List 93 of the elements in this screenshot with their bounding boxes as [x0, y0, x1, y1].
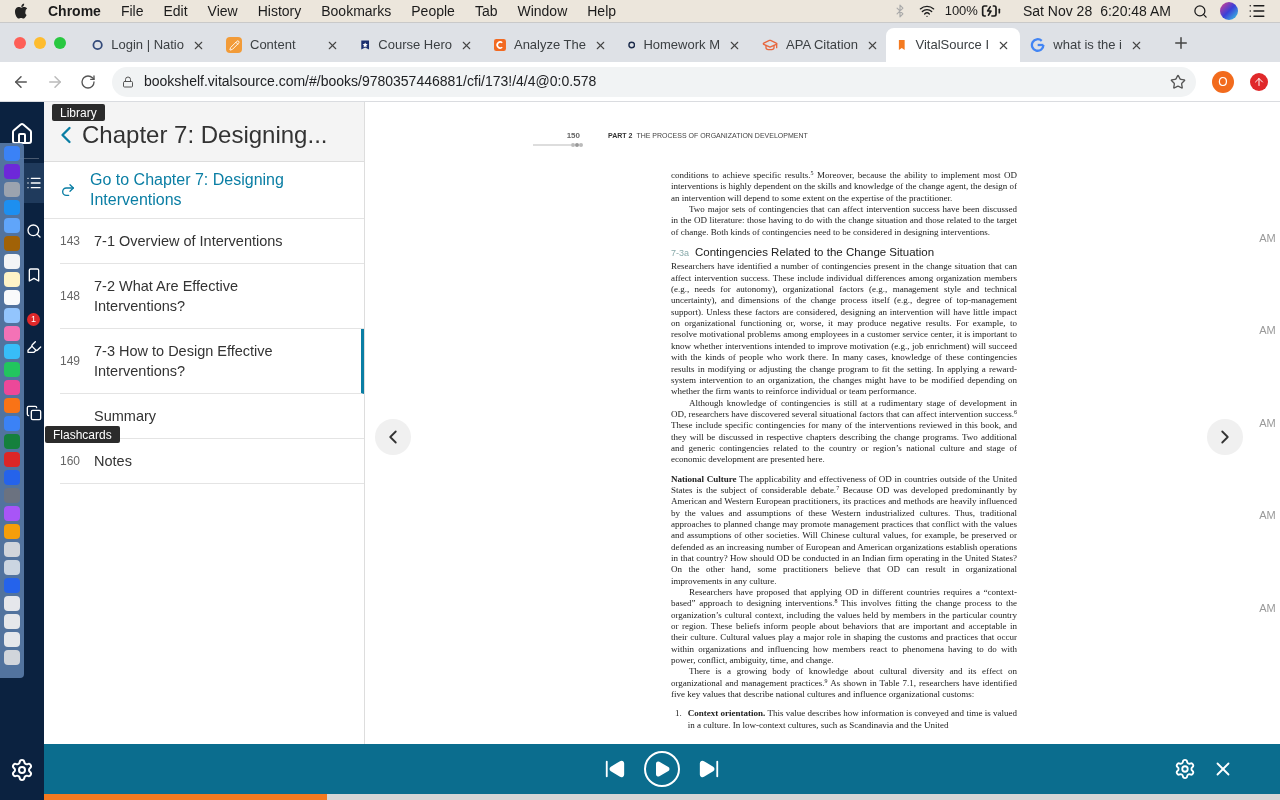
- address-field[interactable]: bookshelf.vitalsource.com/#/books/9780357446881/cfi/173!/4/4@0:0.578: [112, 66, 1196, 97]
- body-paragraph: conditions to achieve specific results.$^{5}$ Moreover, because the ability to implement most OD interventions is highly dependent on the skills and knowledge of the change agent, the design of an intervention will depend to some extent on the expertise of the practitioner.: [671, 170, 1017, 205]
- background-window-label: AM: [1259, 415, 1276, 431]
- siri-icon[interactable]: [1220, 2, 1238, 20]
- background-window-label: AM: [1259, 600, 1276, 616]
- settings-icon[interactable]: [10, 758, 34, 782]
- go-to-chapter-link[interactable]: Go to Chapter 7: Designing Interventions: [44, 162, 364, 219]
- page-number: 143: [60, 233, 82, 250]
- battery-percent: 100%: [944, 2, 978, 21]
- apple-icon[interactable]: [14, 3, 28, 19]
- body-paragraph: Although knowledge of contingencies is still at a rudimentary stage of development in OD, researchers have discovered several situational factors that can affect intervention success.$^{6}$ These include specific contingencies for many of the interventions reviewed in this book, and they will be discussed in respective chapters describing the change programs. Two additional and generic contingencies related to the country or region’s national culture and stage of economic development are presented here.: [671, 397, 1017, 466]
- arc-icon: [494, 37, 506, 53]
- menu-item[interactable]: View: [207, 0, 238, 22]
- menu-item[interactable]: History: [257, 0, 302, 22]
- browser-tab[interactable]: Content: [216, 28, 350, 62]
- section-heading: Contingencies Related to the Change Situation: [695, 247, 935, 259]
- redirect-arrow-icon: [60, 182, 76, 198]
- flashcards-icon[interactable]: [26, 405, 42, 421]
- menu-item[interactable]: Tab: [474, 0, 498, 22]
- graduation-cap-icon: [762, 37, 778, 53]
- menu-item[interactable]: People: [411, 0, 455, 22]
- contents-icon[interactable]: [24, 163, 44, 203]
- browser-tab[interactable]: Course Hero: [350, 28, 484, 62]
- tab-title: Course Hero: [378, 36, 452, 55]
- skip-back-icon[interactable]: [604, 758, 626, 780]
- tab-title: Homework M: [643, 36, 720, 55]
- section-number: 7-3a: [671, 248, 689, 260]
- pencil-icon: [226, 37, 242, 53]
- toc-item-title: 7-2 What Are Effective Interventions?: [94, 277, 239, 316]
- menu-date[interactable]: Sat Nov 28: [1022, 0, 1093, 22]
- background-window-label: AM: [1259, 508, 1276, 524]
- toc-item-title: Notes: [94, 452, 133, 471]
- body-paragraph: Two major sets of contingencies that can affect intervention success have been discussed in the OD literature: those having to do with the change situation and those related to the target of change. Both kinds of contingencies need to be considered in designing interventions.: [671, 204, 1017, 239]
- reload-icon[interactable]: [80, 73, 96, 90]
- tab-title: Analyze The: [513, 36, 586, 55]
- tooltip: Library: [52, 104, 105, 121]
- browser-tab[interactable]: Homework M: [618, 28, 752, 62]
- menu-item[interactable]: File: [120, 0, 144, 22]
- upload-icon[interactable]: [1250, 72, 1268, 91]
- browser-tab[interactable]: APA Citation: [752, 28, 886, 62]
- menu-item[interactable]: Edit: [163, 0, 188, 22]
- tooltip: Flashcards: [45, 426, 120, 443]
- player-settings-icon[interactable]: [1174, 758, 1196, 780]
- menu-clock[interactable]: 6:20:48 AM: [1100, 0, 1171, 22]
- play-icon: [653, 760, 671, 778]
- page-number: 160: [60, 453, 82, 470]
- background-window-label: AM: [1259, 323, 1276, 339]
- menu-list-icon[interactable]: [1248, 2, 1266, 20]
- ring-icon: [92, 37, 104, 53]
- url-text: bookshelf.vitalsource.com/#/books/9780357446881/cfi/173!/4/4@0:0.578: [144, 72, 598, 91]
- tab-title: Content: [250, 36, 297, 55]
- browser-tab[interactable]: what is the i: [1020, 28, 1154, 62]
- page-number: 149: [60, 353, 82, 370]
- next-page-button[interactable]: [1207, 419, 1243, 455]
- previous-page-button[interactable]: [375, 419, 411, 455]
- go-to-chapter-text: Go to Chapter 7: Designing Interventions: [90, 170, 285, 210]
- tab-title: APA Citation: [786, 36, 859, 55]
- wifi-icon[interactable]: [918, 3, 935, 19]
- bookmark-star-icon[interactable]: [1170, 73, 1186, 90]
- toc-item[interactable]: 143 7-1 Overview of Interventions: [60, 219, 364, 264]
- page-number: 150: [566, 130, 581, 142]
- bookmark-icon[interactable]: [26, 267, 42, 283]
- menu-item[interactable]: Bookmarks: [321, 0, 392, 22]
- list-number: 1.: [675, 708, 682, 721]
- body-paragraph: Researchers have proposed that applying OD in different countries requires a “context-based” approach to designing interventions.$^{8}$ This involves fitting the change process to the organization’s cultural context, including the values held by members in the particular country or region. These beliefs inform people about behaviors that are important and acceptable in their culture. Cultural values play a major role in shaping the customs and practices that occur within organizations and influencing how members react to phenomena having to do with power, conflict, ambiguity, time, and change.: [671, 587, 1017, 667]
- lock-icon: [122, 75, 134, 88]
- body-paragraph: National Culture The applicability and effectiveness of OD in countries outside of the United States is the subject of considerable debate.$^{7}$ Because OD was developed predominantly by American and Western European practitioners, its practices and methods are heavily influenced by the values and assumptions of these Western industrialized cultures. Thus, traditional approaches to planned change may promote management practices that conflict with the values and assumptions of other societies. Will Chinese cultural values, for example, be preserved or defended as an increasing number of European and American organizations establish operations in that country? How should OD be conducted in an Indian firm operating in the United States? On the other hand, some practitioners believe that OD can result in organizational improvements in any culture.: [671, 473, 1017, 588]
- app-menu[interactable]: Chrome: [48, 0, 101, 22]
- home-icon[interactable]: [10, 122, 34, 146]
- highlighter-icon[interactable]: [26, 339, 42, 355]
- list-item-text: Context orientation. This value describes how information is conveyed and time is valued in a culture. In low-context cultures, such as Scandinavia and the United: [687, 708, 1017, 732]
- search-icon[interactable]: [1193, 3, 1208, 19]
- body-paragraph: Researchers have identified a number of contingencies present in the change situation that can affect intervention success. These include individual differences among organization members (e.g., needs for autonomy), organizational factors (e.g., management style and technical uncertainty), and dimensions of the change process itself (e.g., degree of top-management support). Unless these factors are considered, designing an intervention will have little impact on organizational functioning or, worse, it may produce negative results. For example, to resolve motivational problems among employees in a customer service center, it is important to know whether interventions intended to improve motivation (e.g., job enrichment) will succeed with the kinds of people who work there. In many cases, knowledge of these contingencies results in modifying or adjusting the change program to fit the setting. In applying a reward-system intervention to an organization, the changes might have to be modified depending on whether the firm wants to reinforce individual or team performance.: [671, 261, 1017, 398]
- toc-item-title: 7-1 Overview of Interventions: [94, 232, 284, 251]
- browser-tab[interactable]: Analyze The: [484, 28, 618, 62]
- bookmark-icon: [896, 37, 908, 53]
- skip-forward-icon[interactable]: [698, 758, 720, 780]
- play-button[interactable]: [644, 751, 680, 787]
- g-icon: [1030, 37, 1046, 53]
- menu-item[interactable]: Help: [587, 0, 617, 22]
- body-paragraph: There is a growing body of knowledge about cultural diversity and its effect on organizational and management practices.$^{9}$ As shown in Table 7.1, researchers have identified five key values that describe national cultures and influence organizational customs:: [671, 666, 1017, 701]
- page-number: 148: [60, 288, 82, 305]
- chapter-title: Chapter 7: Designing...: [82, 120, 328, 150]
- browser-tab[interactable]: VitalSource I: [886, 28, 1020, 62]
- tab-title: Login | Natio: [111, 36, 184, 55]
- tab-title: what is the i: [1053, 36, 1122, 55]
- search-icon[interactable]: [26, 223, 42, 239]
- background-window-label: AM: [1259, 231, 1276, 246]
- tab-title: VitalSource I: [915, 36, 989, 55]
- menu-item[interactable]: Window: [517, 0, 568, 22]
- browser-tab[interactable]: Login | Natio: [82, 28, 216, 62]
- toc-item-title: Summary: [94, 407, 158, 426]
- toc-item-title: 7-3 How to Design Effective Interventions?: [94, 342, 274, 381]
